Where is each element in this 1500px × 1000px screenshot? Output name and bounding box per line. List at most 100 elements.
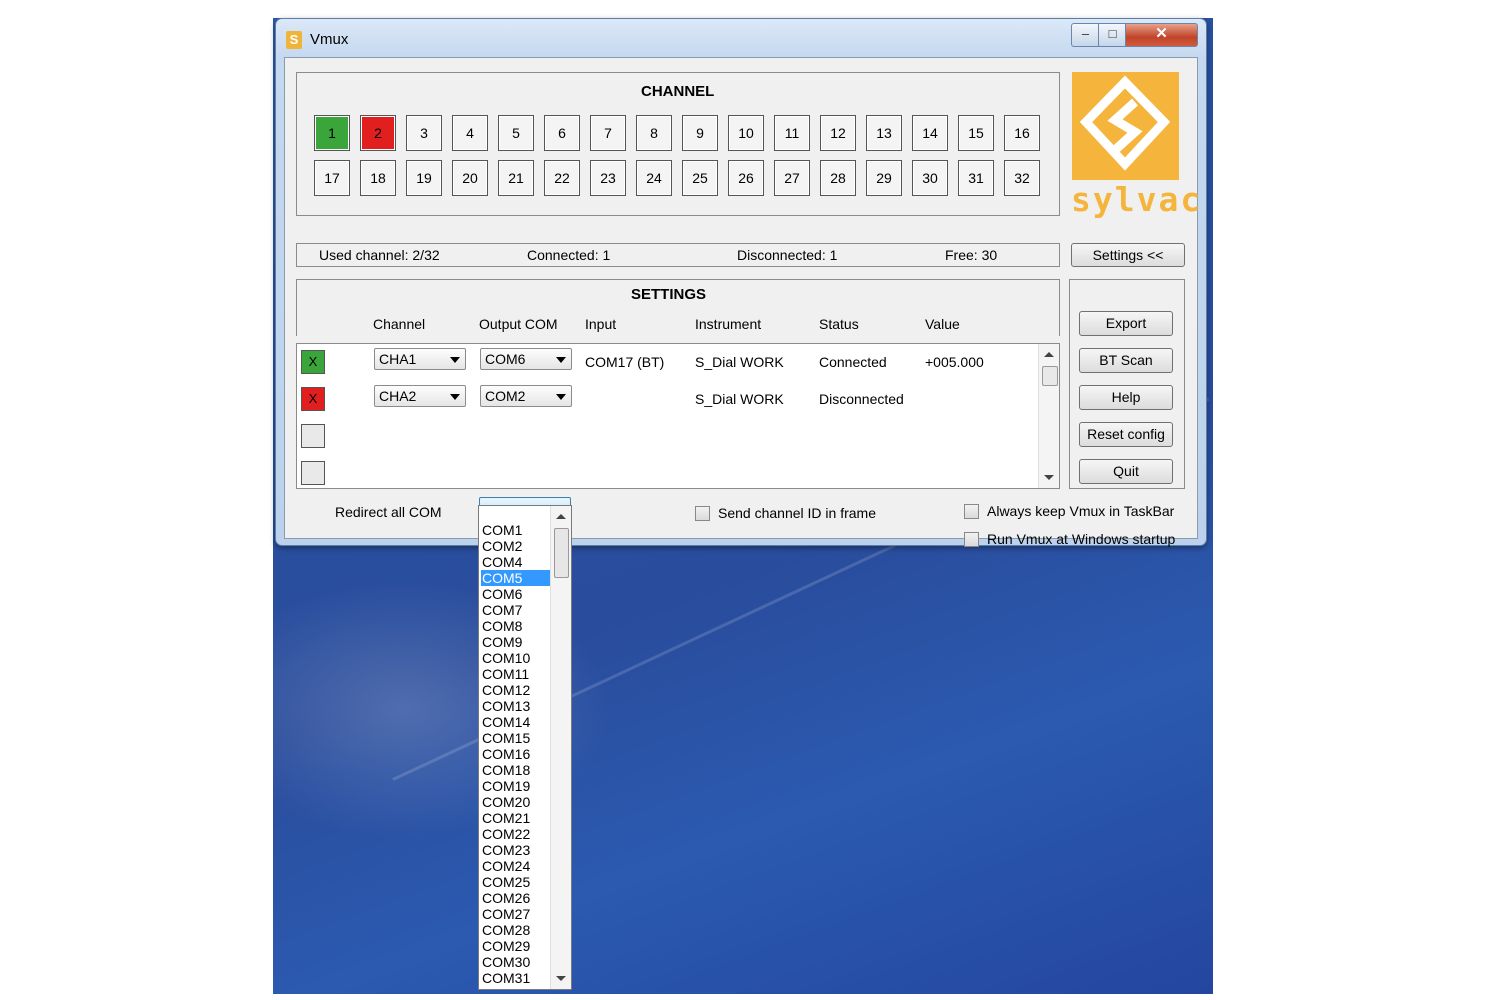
com-option-com4[interactable]: COM4 [481,554,550,570]
com-option-com14[interactable]: COM14 [481,714,550,730]
channel-button-14[interactable]: 14 [912,115,948,151]
channel-button-10[interactable]: 10 [728,115,764,151]
row2-enable-checkbox[interactable]: X [301,387,325,411]
channel-button-29[interactable]: 29 [866,160,902,196]
channel-button-30[interactable]: 30 [912,160,948,196]
scroll-down-arrow-icon[interactable] [556,976,566,981]
com-option-com25[interactable]: COM25 [481,874,550,890]
row3-enable-checkbox[interactable] [301,424,325,448]
channel-button-11[interactable]: 11 [774,115,810,151]
channel-button-16[interactable]: 16 [1004,115,1040,151]
always-keep-taskbar-checkbox[interactable] [964,504,979,519]
com-option-com15[interactable]: COM15 [481,730,550,746]
column-status: Status [819,316,859,332]
com-option-com1[interactable]: COM1 [481,522,550,538]
com-option-com6[interactable]: COM6 [481,586,550,602]
bt-scan-button[interactable]: BT Scan [1079,348,1173,373]
channel-button-19[interactable]: 19 [406,160,442,196]
com-option-com26[interactable]: COM26 [481,890,550,906]
title-bar[interactable]: S Vmux – □ ✕ [276,19,1206,55]
com-option-com18[interactable]: COM18 [481,762,550,778]
scroll-thumb[interactable] [554,528,569,578]
com-option-com29[interactable]: COM29 [481,938,550,954]
com-dropdown-list[interactable]: COM1 COM2 COM4 COM5 COM6 COM7 COM8 COM9 COM10 COM… [478,505,572,990]
always-keep-taskbar-label: Always keep Vmux in TaskBar [987,503,1175,519]
column-channel: Channel [373,316,426,332]
help-button[interactable]: Help [1079,385,1173,410]
channel-button-31[interactable]: 31 [958,160,994,196]
channel-button-28[interactable]: 28 [820,160,856,196]
com-option-com12[interactable]: COM12 [481,682,550,698]
channel-button-15[interactable]: 15 [958,115,994,151]
row2-output-com-select[interactable]: COM2 [480,385,572,407]
close-button[interactable]: ✕ [1125,23,1198,47]
settings-list-scrollbar[interactable] [1038,344,1059,488]
scroll-thumb[interactable] [1042,366,1058,386]
com-option-com30[interactable]: COM30 [481,954,550,970]
com-option-com21[interactable]: COM21 [481,810,550,826]
channel-button-25[interactable]: 25 [682,160,718,196]
channel-button-8[interactable]: 8 [636,115,672,151]
com-option-com2[interactable]: COM2 [481,538,550,554]
channel-button-32[interactable]: 32 [1004,160,1040,196]
channel-button-22[interactable]: 22 [544,160,580,196]
channel-button-26[interactable]: 26 [728,160,764,196]
row1-output-com-select[interactable]: COM6 [480,348,572,370]
app-icon: S [286,31,302,49]
com-option-com20[interactable]: COM20 [481,794,550,810]
com-dropdown-scrollbar[interactable] [550,506,571,989]
channel-button-20[interactable]: 20 [452,160,488,196]
scroll-up-arrow-icon[interactable] [556,514,566,519]
row1-enable-checkbox[interactable]: X [301,350,325,374]
com-option-com22[interactable]: COM22 [481,826,550,842]
channel-button-7[interactable]: 7 [590,115,626,151]
channel-button-6[interactable]: 6 [544,115,580,151]
channel-button-9[interactable]: 9 [682,115,718,151]
channel-button-24[interactable]: 24 [636,160,672,196]
send-channel-id-checkbox[interactable] [695,506,710,521]
channel-button-27[interactable]: 27 [774,160,810,196]
free-count-text: Free: 30 [945,247,998,263]
scroll-up-arrow-icon[interactable] [1044,352,1054,357]
com-option-com27[interactable]: COM27 [481,906,550,922]
channel-button-2[interactable]: 2 [360,115,396,151]
com-option-com31[interactable]: COM31 [481,970,550,986]
com-option-com9[interactable]: COM9 [481,634,550,650]
com-option-com16[interactable]: COM16 [481,746,550,762]
channel-button-13[interactable]: 13 [866,115,902,151]
com-option-com13[interactable]: COM13 [481,698,550,714]
com-option-com5[interactable]: COM5 [481,570,550,586]
com-option-com28[interactable]: COM28 [481,922,550,938]
channel-button-4[interactable]: 4 [452,115,488,151]
channel-button-3[interactable]: 3 [406,115,442,151]
scroll-down-arrow-icon[interactable] [1044,475,1054,480]
channel-button-21[interactable]: 21 [498,160,534,196]
com-option-com10[interactable]: COM10 [481,650,550,666]
minimize-button[interactable]: – [1071,23,1100,47]
quit-button[interactable]: Quit [1079,459,1173,484]
com-option-com8[interactable]: COM8 [481,618,550,634]
com-option-com19[interactable]: COM19 [481,778,550,794]
settings-list: X CHA1 COM6 COM17 (BT) S_Dial WORK Conne… [296,343,1060,489]
channel-button-17[interactable]: 17 [314,160,350,196]
com-option-com11[interactable]: COM11 [481,666,550,682]
com-option-com23[interactable]: COM23 [481,842,550,858]
channel-button-12[interactable]: 12 [820,115,856,151]
channel-button-18[interactable]: 18 [360,160,396,196]
com-option-com7[interactable]: COM7 [481,602,550,618]
maximize-button[interactable]: □ [1098,23,1127,47]
sylvac-logo-mark [1079,75,1171,171]
send-channel-id-label: Send channel ID in frame [718,505,876,521]
channel-button-1[interactable]: 1 [314,115,350,151]
com-option-com24[interactable]: COM24 [481,858,550,874]
reset-config-button[interactable]: Reset config [1079,422,1173,447]
run-at-startup-checkbox[interactable] [964,532,979,547]
settings-toggle-button[interactable]: Settings << [1071,243,1185,267]
row1-channel-select[interactable]: CHA1 [374,348,466,370]
channel-heading: CHANNEL [641,83,715,100]
channel-button-5[interactable]: 5 [498,115,534,151]
row4-enable-checkbox[interactable] [301,461,325,485]
export-button[interactable]: Export [1079,311,1173,336]
channel-button-23[interactable]: 23 [590,160,626,196]
row2-channel-select[interactable]: CHA2 [374,385,466,407]
